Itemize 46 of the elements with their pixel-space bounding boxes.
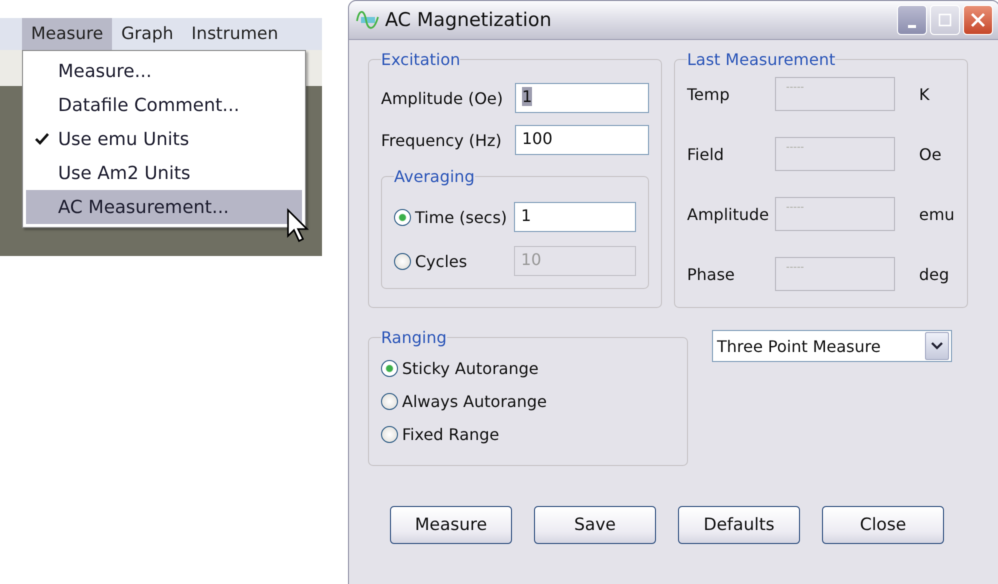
input-field[interactable]: 100 [515,125,649,155]
readout-field[interactable]: ----- [775,197,895,231]
readout-field[interactable]: ----- [775,257,895,291]
unit-label: deg [919,264,950,284]
unit-label: Oe [919,144,942,164]
menu-item[interactable]: AC Measurement... [26,190,302,224]
minimize-button[interactable] [897,5,927,35]
radio-option[interactable]: Fixed Range [381,425,675,444]
readout-field[interactable]: ----- [775,77,895,111]
field-label: Phase [687,264,736,284]
maximize-icon [938,13,952,27]
chevron-down-icon [931,342,943,350]
radio-option[interactable]: Always Autorange [381,392,675,411]
unit-label: emu [919,204,955,224]
unit-label: K [919,84,930,104]
menu-item[interactable]: Measure... [26,54,302,88]
field-label: Field [687,144,725,164]
close-button[interactable] [963,5,993,35]
menu-item[interactable]: Datafile Comment... [26,88,302,122]
menu-item[interactable]: Use emu Units [26,122,302,156]
menu-bar-item[interactable]: Instrumen [182,18,288,50]
field-label: Frequency (Hz) [381,130,502,150]
field-label: Amplitude [687,204,770,224]
field-label: Amplitude (Oe) [381,88,503,108]
mode-dropdown[interactable]: Three Point Measure [712,330,952,362]
window-title: AC Magnetization [385,9,553,31]
radio-option[interactable]: Sticky Autorange [381,359,675,378]
dialog-button[interactable]: Close [822,506,944,544]
group-title: Averaging [394,167,475,186]
close-icon [970,12,986,28]
dialog-button[interactable]: Save [534,506,656,544]
readout-field[interactable]: ----- [775,137,895,171]
group-title: Last Measurement [687,50,836,69]
input-field[interactable]: 1 [514,202,636,232]
group-title: Excitation [381,50,460,69]
radio-option[interactable]: Time (secs) [394,208,508,226]
minimize-icon [908,24,916,28]
dialog-button[interactable]: Defaults [678,506,800,544]
menu-bar-item[interactable]: Graph [112,18,182,50]
field-label: Temp [687,84,731,104]
group-title: Ranging [381,328,447,347]
menu-item[interactable]: Use Am2 Units [26,156,302,190]
input-field[interactable]: 1 [515,83,649,113]
menu-bar-item[interactable]: Measure [22,18,112,50]
wave-icon [355,9,381,31]
dialog-button[interactable]: Measure [390,506,512,544]
